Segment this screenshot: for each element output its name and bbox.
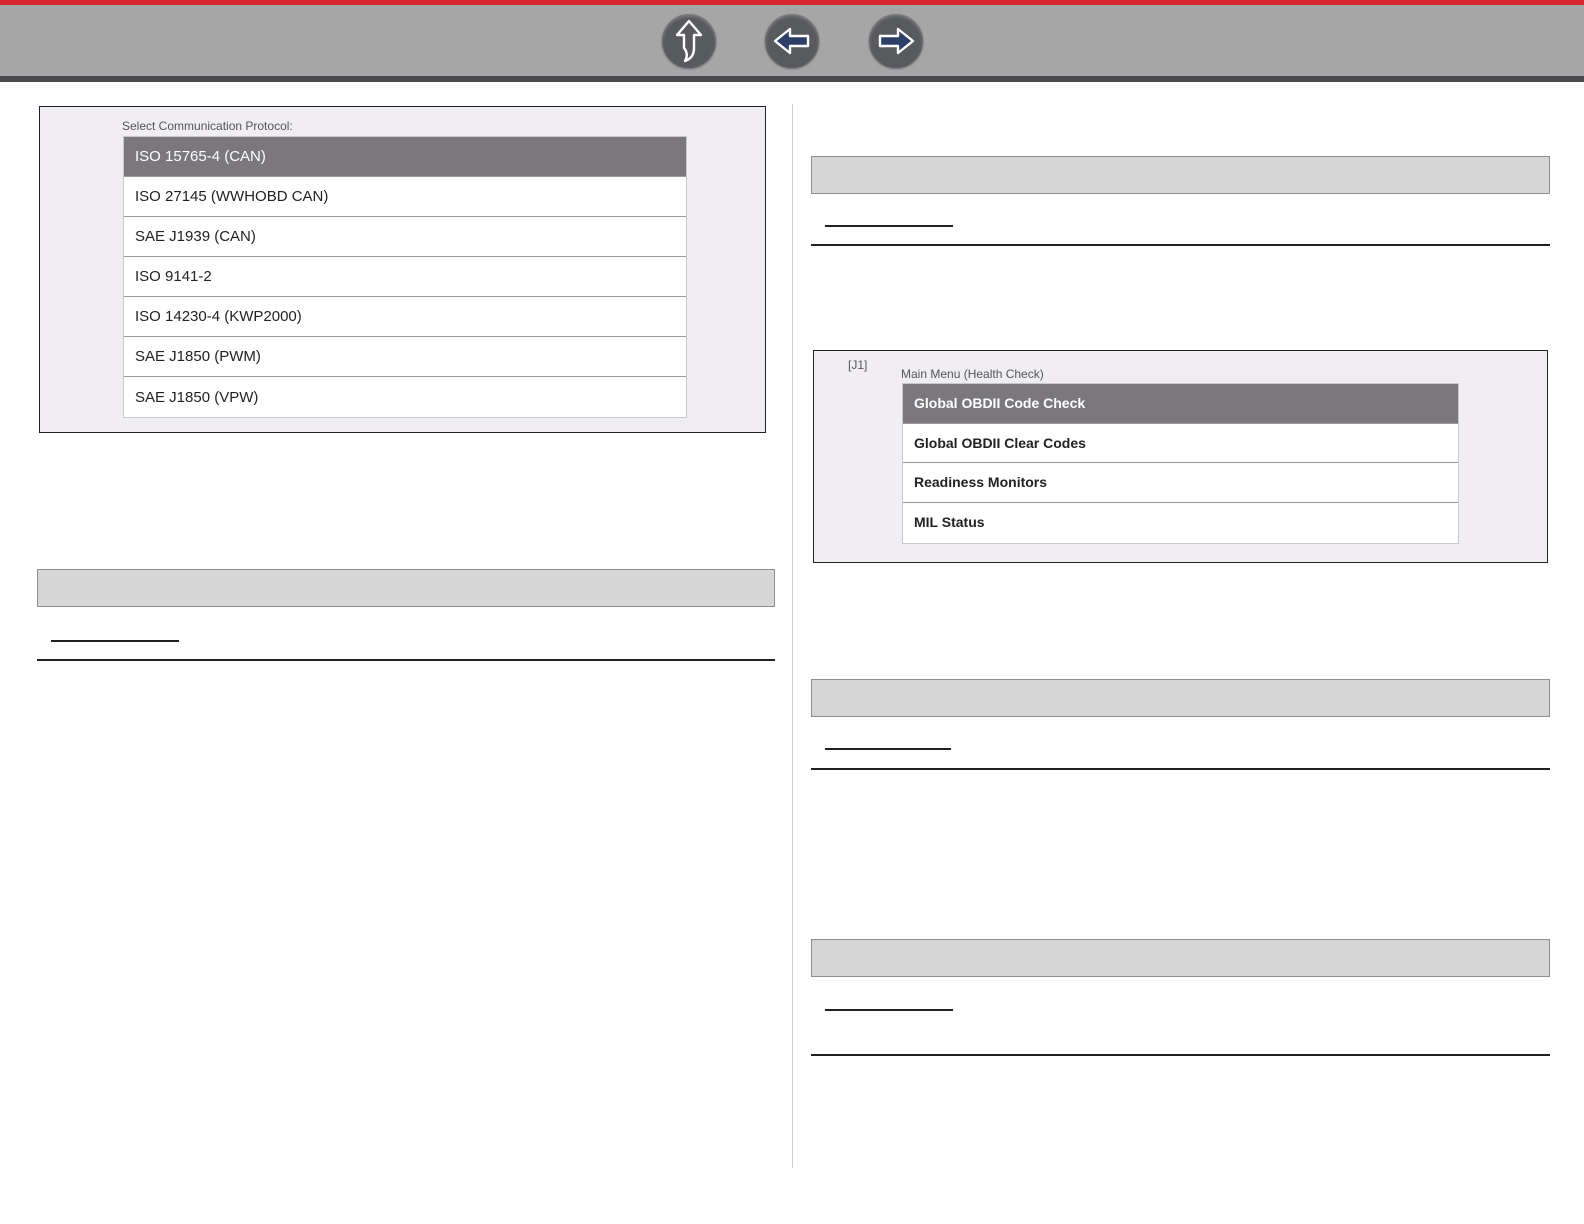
protocol-item-label: SAE J1939 (CAN)	[135, 228, 256, 245]
section-rule	[37, 659, 775, 661]
section-short-rule	[825, 225, 953, 227]
forward-button[interactable]	[869, 14, 923, 68]
health-check-list: Global OBDII Code Check Global OBDII Clea…	[902, 383, 1459, 544]
protocol-item[interactable]: ISO 9141-2	[124, 257, 686, 297]
screen-tag: [J1]	[848, 358, 868, 372]
up-button[interactable]	[662, 14, 716, 68]
top-toolbar	[0, 0, 1584, 82]
protocol-item-label: SAE J1850 (PWM)	[135, 348, 261, 365]
back-button[interactable]	[765, 14, 819, 68]
section-header-band	[37, 569, 775, 607]
protocol-title: Select Communication Protocol:	[122, 119, 293, 133]
section-header-band	[811, 156, 1550, 194]
protocol-screenshot: Select Communication Protocol: ISO 15765…	[39, 106, 766, 433]
menu-item[interactable]: Global OBDII Clear Codes	[903, 424, 1458, 463]
section-short-rule	[51, 640, 179, 642]
health-check-title: Main Menu (Health Check)	[901, 367, 1044, 381]
left-arrow-icon	[772, 26, 812, 56]
protocol-list: ISO 15765-4 (CAN) ISO 27145 (WWHOBD CAN) S…	[123, 136, 687, 418]
accent-stripe	[0, 0, 1584, 5]
section-header-band	[811, 939, 1550, 977]
menu-item[interactable]: MIL Status	[903, 503, 1458, 543]
protocol-item[interactable]: SAE J1850 (VPW)	[124, 377, 686, 417]
section-short-rule	[825, 748, 951, 750]
menu-item-label: Global OBDII Code Check	[914, 395, 1086, 412]
column-divider	[792, 104, 793, 1168]
protocol-item-label: ISO 15765-4 (CAN)	[135, 148, 266, 165]
protocol-item-label: SAE J1850 (VPW)	[135, 388, 259, 406]
protocol-item[interactable]: SAE J1939 (CAN)	[124, 217, 686, 257]
section-rule	[811, 768, 1550, 770]
menu-item-label: Global OBDII Clear Codes	[914, 434, 1086, 451]
section-header-band	[811, 679, 1550, 717]
protocol-item[interactable]: ISO 27145 (WWHOBD CAN)	[124, 177, 686, 217]
protocol-item[interactable]: ISO 14230-4 (KWP2000)	[124, 297, 686, 337]
menu-item[interactable]: Readiness Monitors	[903, 463, 1458, 503]
menu-item-label: MIL Status	[914, 514, 985, 531]
toolbar-shadow	[0, 76, 1584, 82]
menu-item-label: Readiness Monitors	[914, 474, 1048, 491]
protocol-item-label: ISO 14230-4 (KWP2000)	[135, 308, 302, 325]
section-rule	[811, 244, 1550, 246]
menu-item[interactable]: Global OBDII Code Check	[903, 384, 1458, 424]
protocol-item-label: ISO 27145 (WWHOBD CAN)	[135, 188, 329, 205]
section-rule	[811, 1054, 1550, 1056]
section-short-rule	[825, 1009, 953, 1011]
right-arrow-icon	[876, 26, 916, 56]
protocol-item-label: ISO 9141-2	[135, 268, 212, 285]
protocol-item[interactable]: SAE J1850 (PWM)	[124, 337, 686, 377]
health-check-screenshot: [J1] Main Menu (Health Check) Global OBD…	[813, 350, 1548, 563]
up-arrow-icon	[672, 18, 706, 64]
protocol-item[interactable]: ISO 15765-4 (CAN)	[124, 137, 686, 177]
